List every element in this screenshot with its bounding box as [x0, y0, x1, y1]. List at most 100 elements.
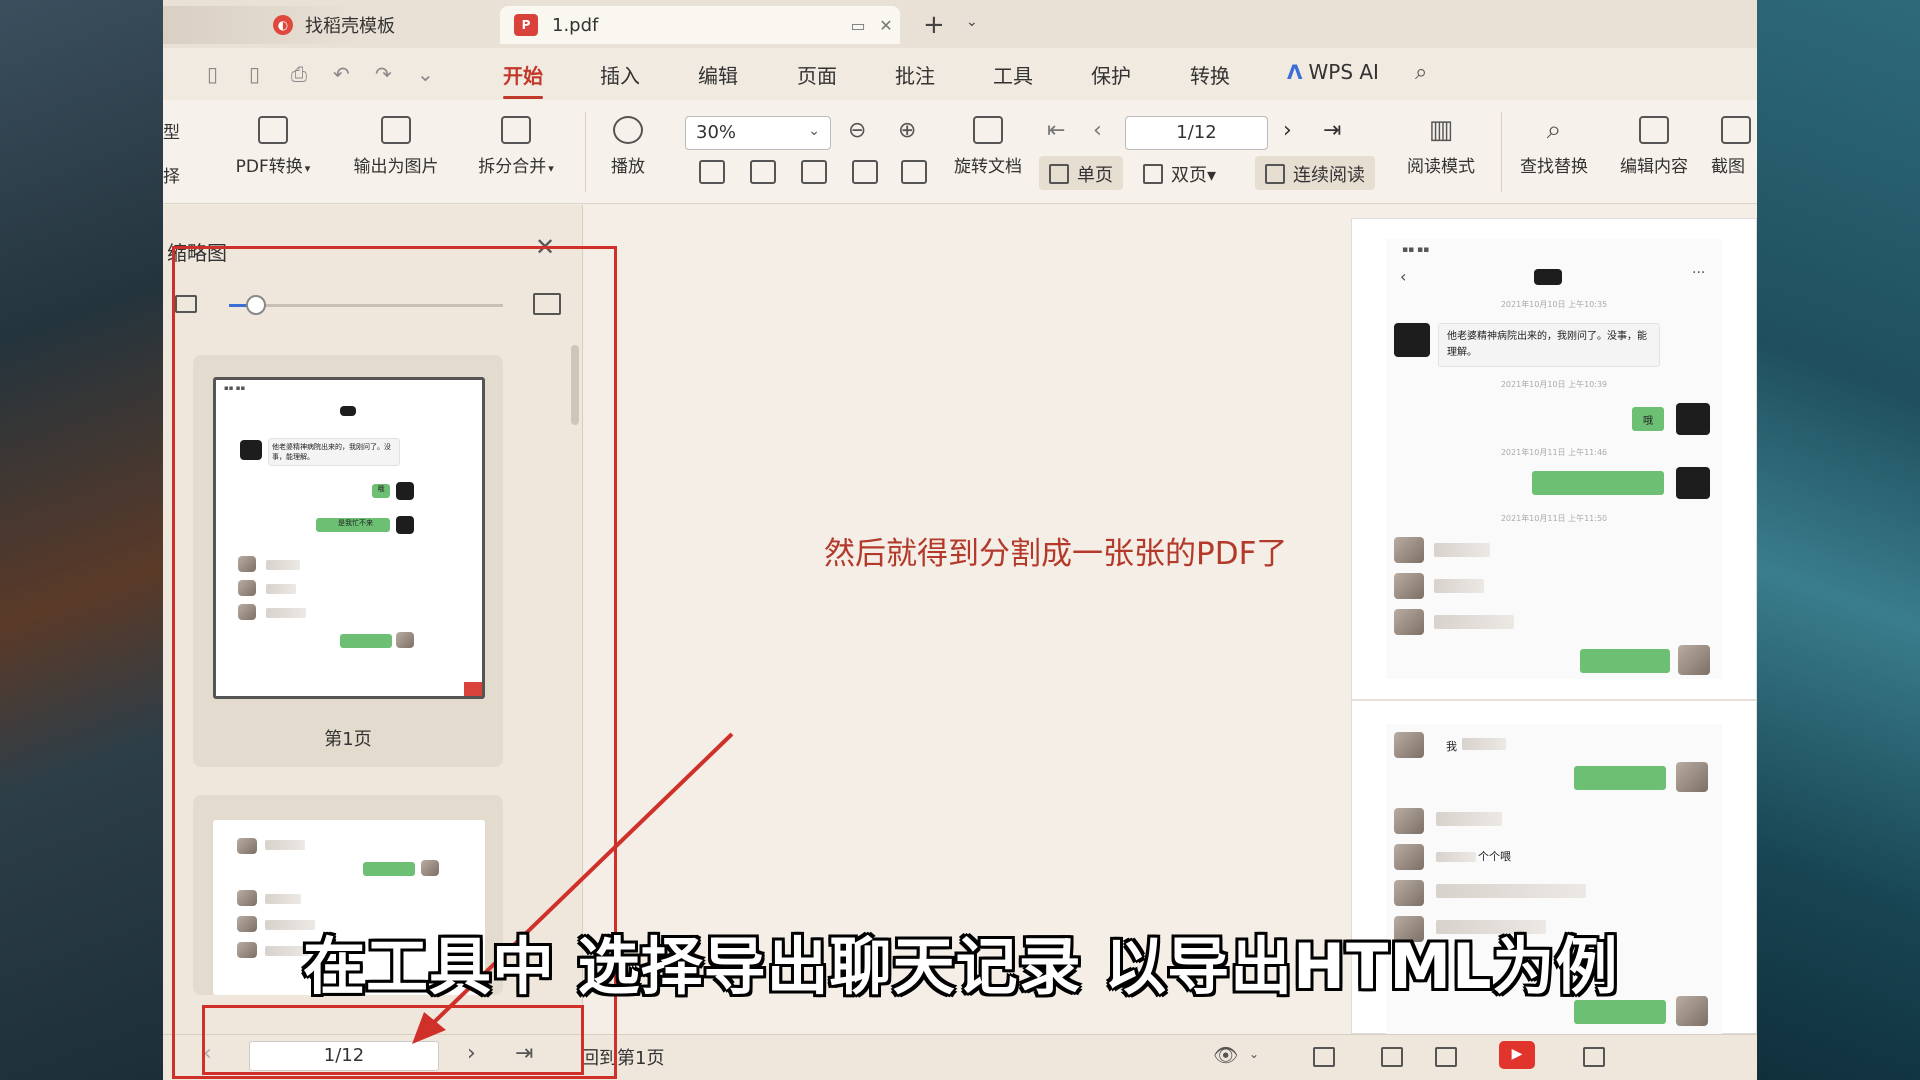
timestamp: 2021年10月11日 上午11:46 [1500, 448, 1608, 457]
slideshow-play-icon[interactable]: ▶ [1499, 1041, 1535, 1069]
export-image-icon [381, 116, 411, 144]
tab-insert[interactable]: 插入 [600, 60, 640, 89]
pdf-file-icon: P [514, 14, 538, 36]
tab-template-label: 找稻壳模板 [305, 16, 395, 37]
ribbon-toolbar: 型 择 PDF转换 ▾ 输出为图片 拆分合并 ▾ 播放 30% ⌄ ⊖ ⊕ 旋转… [163, 100, 1757, 204]
open-file-icon[interactable]: ▯ [249, 62, 260, 86]
avatar [1394, 537, 1424, 563]
tab-pdf-label: 1.pdf [552, 14, 599, 36]
redacted-message [1434, 615, 1514, 629]
continuous-read-button[interactable]: 连续阅读 [1255, 156, 1375, 190]
zoom-value: 30% [696, 122, 737, 143]
continuous-read-label: 连续阅读 [1293, 165, 1365, 186]
tab-page[interactable]: 页面 [797, 60, 837, 89]
quick-access-chevron-icon[interactable]: ⌄ [417, 62, 434, 86]
annotation-highlight-pagebox [202, 1005, 584, 1075]
chevron-down-icon: ⌄ [808, 123, 820, 139]
menu-bar: ▯ ▯ ⎙ ↶ ↷ ⌄ 开始 插入 编辑 页面 批注 工具 保护 转换 ᐱ WPS… [163, 48, 1757, 100]
edit-content-button[interactable]: 编辑内容 [1609, 116, 1699, 177]
tab-protect[interactable]: 保护 [1091, 60, 1131, 89]
ribbon-partial-label-bottom: 择 [163, 167, 180, 187]
avatar [1676, 996, 1708, 1026]
play-button[interactable]: 播放 [593, 116, 663, 177]
pdf-convert-button[interactable]: PDF转换 ▾ [223, 116, 323, 177]
chat-bubble: 哦 [1632, 407, 1664, 431]
continuous-view-icon[interactable] [1313, 1047, 1335, 1067]
chat-bubble: 他老婆精神病院出来的，我刚问了。没事，能理解。 [1438, 323, 1660, 367]
chat-bubble [1532, 471, 1664, 495]
find-replace-button[interactable]: ⌕ 查找替换 [1509, 116, 1599, 177]
redo-icon[interactable]: ↷ [375, 62, 392, 86]
tab-edit[interactable]: 编辑 [698, 60, 738, 89]
fit-screen-icon[interactable] [1583, 1047, 1605, 1067]
redacted-message [1434, 543, 1490, 557]
monitor-icon[interactable]: ▭ [844, 16, 872, 35]
redacted-message [1436, 852, 1476, 862]
zoom-in-icon[interactable]: ⊕ [898, 118, 916, 143]
tab-tools[interactable]: 工具 [993, 60, 1033, 89]
rotate-document-button[interactable]: 旋转文档 [945, 116, 1031, 177]
tab-start[interactable]: 开始 [503, 60, 543, 99]
avatar [1394, 844, 1424, 870]
avatar [1394, 880, 1424, 906]
tab-wps-ai[interactable]: ᐱ WPS AI [1287, 60, 1379, 84]
page-number-input[interactable]: 1/12 [1125, 116, 1268, 150]
edit-content-label: 编辑内容 [1620, 157, 1688, 177]
pdf-convert-label: PDF转换 [235, 157, 303, 177]
tab-list-chevron-icon[interactable]: ⌄ [966, 14, 978, 30]
tab-annotate[interactable]: 批注 [895, 60, 935, 89]
eye-icon[interactable]: 👁 [1213, 1043, 1238, 1067]
edit-content-icon [1639, 116, 1669, 144]
reading-mode-button[interactable]: ▥ 阅读模式 [1399, 116, 1483, 177]
first-page-icon[interactable]: ⇤ [1047, 118, 1065, 143]
fit-width-icon[interactable] [801, 160, 827, 184]
fit-page-icon[interactable] [750, 160, 776, 184]
chat-bubble [1574, 766, 1666, 790]
new-tab-plus-icon[interactable]: + [923, 10, 945, 40]
single-page-button[interactable]: 单页 [1039, 156, 1123, 190]
more-icon: ··· [1692, 265, 1706, 281]
page-divider [1352, 699, 1757, 701]
export-image-button[interactable]: 输出为图片 [341, 116, 451, 177]
eye-options-chevron-icon[interactable]: ⌄ [1249, 1047, 1259, 1061]
search-icon[interactable]: ⌕ [1415, 60, 1427, 85]
single-view-icon[interactable] [1381, 1047, 1403, 1067]
rotate-right-icon[interactable] [901, 160, 927, 184]
zoom-select[interactable]: 30% ⌄ [685, 116, 831, 150]
screenshot-button[interactable]: 截图 [1711, 116, 1757, 177]
new-file-icon[interactable]: ▯ [207, 62, 218, 86]
magnifier-icon: ⌕ [1546, 115, 1562, 145]
tab-pdf-document[interactable]: P 1.pdf ▭ ✕ [500, 6, 900, 44]
docer-logo-icon: ◐ [273, 15, 293, 35]
screenshot-icon [1721, 116, 1751, 144]
undo-icon[interactable]: ↶ [333, 62, 350, 86]
next-page-icon[interactable]: › [1283, 118, 1292, 143]
rotate-document-label: 旋转文档 [954, 157, 1022, 177]
double-page-button[interactable]: 双页▾ [1133, 156, 1226, 190]
actual-size-icon[interactable] [699, 160, 725, 184]
print-icon[interactable]: ⎙ [291, 62, 307, 86]
video-backdrop-left [0, 0, 165, 1080]
redacted-name [1534, 269, 1562, 285]
avatar [1394, 323, 1430, 357]
avatar [1394, 732, 1424, 758]
video-subtitle: 在工具中 选择导出聊天记录 以导出HTML为例 [303, 930, 1619, 1003]
find-replace-label: 查找替换 [1520, 157, 1588, 177]
rotate-document-icon [973, 116, 1003, 144]
single-page-label: 单页 [1077, 165, 1113, 186]
avatar [1394, 808, 1424, 834]
split-merge-icon [501, 116, 531, 144]
book-icon: ▥ [1428, 115, 1454, 145]
avatar [1676, 762, 1708, 792]
prev-page-icon[interactable]: ‹ [1093, 118, 1102, 143]
rotate-left-icon[interactable] [852, 160, 878, 184]
tab-template[interactable]: ◐ 找稻壳模板 [163, 6, 493, 44]
tab-convert[interactable]: 转换 [1190, 60, 1230, 89]
close-tab-icon[interactable]: ✕ [872, 16, 900, 35]
last-page-icon[interactable]: ⇥ [1323, 118, 1341, 143]
avatar [1394, 573, 1424, 599]
double-page-icon [1143, 164, 1163, 184]
double-view-icon[interactable] [1435, 1047, 1457, 1067]
zoom-out-icon[interactable]: ⊖ [848, 118, 866, 143]
split-merge-button[interactable]: 拆分合并 ▾ [461, 116, 571, 177]
